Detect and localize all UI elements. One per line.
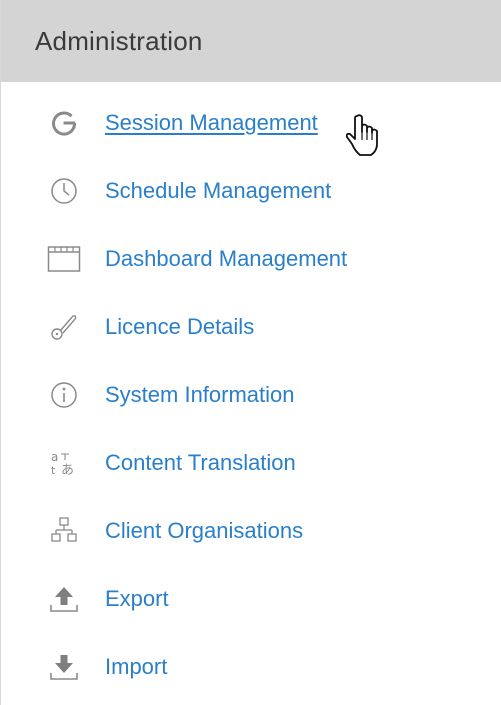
menu-item-schedule-management[interactable]: Schedule Management — [1, 161, 501, 221]
key-icon — [46, 309, 82, 345]
org-chart-icon — [46, 513, 82, 549]
dashboard-icon — [46, 241, 82, 277]
menu-label-session-management[interactable]: Session Management — [105, 110, 318, 136]
svg-text:a: a — [51, 450, 58, 464]
menu-label-content-translation[interactable]: Content Translation — [105, 450, 296, 476]
menu-item-dashboard-management[interactable]: Dashboard Management — [1, 229, 501, 289]
clock-icon — [46, 173, 82, 209]
svg-text:t: t — [51, 464, 56, 477]
menu-item-import[interactable]: Import — [1, 637, 501, 697]
panel-header: Administration — [1, 0, 501, 82]
export-icon — [46, 581, 82, 617]
menu-item-export[interactable]: Export — [1, 569, 501, 629]
panel-title: Administration — [35, 25, 203, 56]
session-icon — [46, 105, 82, 141]
menu-label-system-information[interactable]: System Information — [105, 382, 295, 408]
info-icon — [46, 377, 82, 413]
menu-item-licence-details[interactable]: Licence Details — [1, 297, 501, 357]
menu-label-schedule-management[interactable]: Schedule Management — [105, 178, 331, 204]
menu-label-licence-details[interactable]: Licence Details — [105, 314, 254, 340]
menu-item-session-management[interactable]: Session Management — [1, 93, 501, 153]
menu-label-import[interactable]: Import — [105, 654, 167, 680]
import-icon — [46, 649, 82, 685]
menu-label-export[interactable]: Export — [105, 586, 169, 612]
svg-text:あ: あ — [61, 463, 74, 478]
menu-item-system-information[interactable]: System Information — [1, 365, 501, 425]
menu-label-client-organisations[interactable]: Client Organisations — [105, 518, 303, 544]
menu-label-dashboard-management[interactable]: Dashboard Management — [105, 246, 347, 272]
menu-item-content-translation[interactable]: a t あ Content Translation — [1, 433, 501, 493]
translation-icon: a t あ — [46, 445, 82, 481]
administration-panel: Administration Session Management Schedu… — [0, 0, 501, 705]
menu-item-client-organisations[interactable]: Client Organisations — [1, 501, 501, 561]
